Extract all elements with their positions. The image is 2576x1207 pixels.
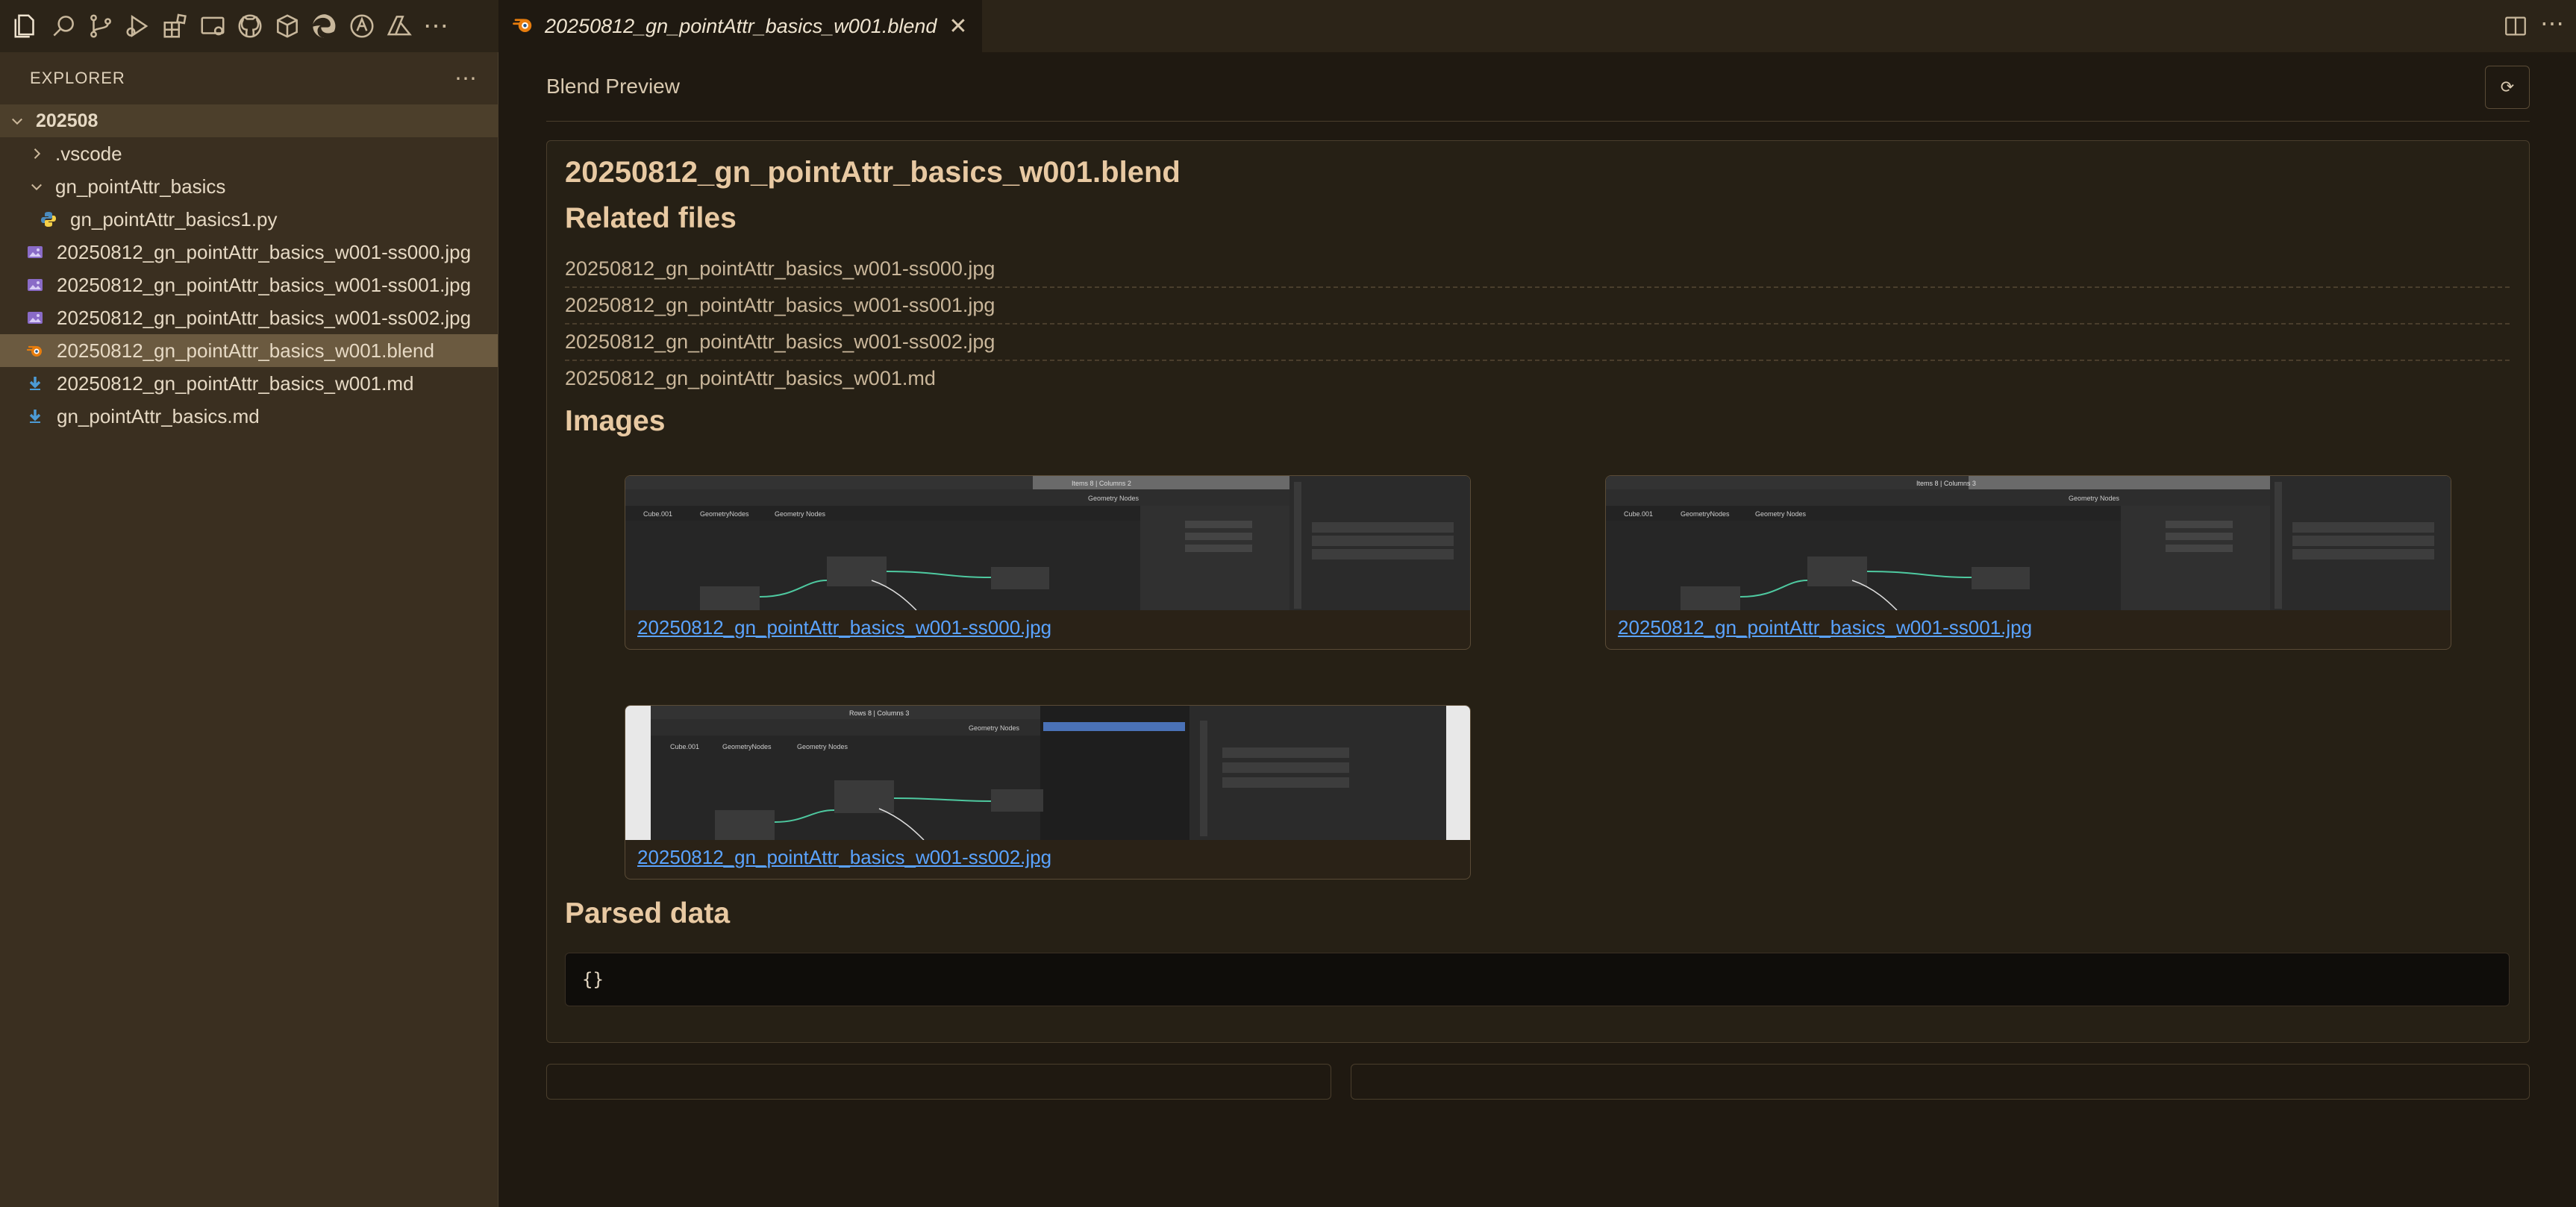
tree-item-vscode-folder[interactable]: .vscode bbox=[0, 137, 498, 170]
shot-breadcrumb-text: Cube.001 bbox=[670, 743, 699, 750]
shot-geonodes-text: Geometry Nodes bbox=[969, 724, 1020, 732]
parsed-data-heading: Parsed data bbox=[565, 897, 731, 929]
run-debug-icon[interactable] bbox=[119, 0, 157, 52]
explorer-title: EXPLORER bbox=[30, 69, 125, 87]
blender-file-icon bbox=[512, 13, 534, 40]
shot-breadcrumb-text: Geometry Nodes bbox=[797, 743, 848, 750]
chevron-down-icon bbox=[27, 177, 46, 196]
tab-label: 20250812_gn_pointAttr_basics_w001.blend bbox=[545, 14, 937, 37]
remote-explorer-icon[interactable] bbox=[194, 0, 231, 52]
tree-item-label: gn_pointAttr_basics1.py bbox=[70, 207, 278, 231]
related-file-item[interactable]: 20250812_gn_pointAttr_basics_w001-ss000.… bbox=[565, 251, 2510, 288]
shot-breadcrumb-text: Cube.001 bbox=[1624, 510, 1653, 518]
preview-title: Blend Preview bbox=[546, 75, 680, 98]
markdown-file-icon bbox=[25, 407, 45, 426]
related-files-list: 20250812_gn_pointAttr_basics_w001-ss000.… bbox=[565, 251, 2510, 396]
related-file-item[interactable]: 20250812_gn_pointAttr_basics_w001-ss001.… bbox=[565, 288, 2510, 325]
screenshot-preview: Items 8 | Columns 3 Geometry Nodes Cube.… bbox=[1606, 476, 2451, 610]
shot-breadcrumb-text: GeometryNodes bbox=[700, 510, 749, 518]
more-actions-icon[interactable]: ⋯ bbox=[454, 66, 477, 92]
shot-status-text: Items 8 | Columns 3 bbox=[1916, 480, 1976, 487]
shot-geonodes-text: Geometry Nodes bbox=[2069, 495, 2120, 502]
source-control-icon[interactable] bbox=[82, 0, 119, 52]
activity-bar: ⋯ bbox=[0, 0, 498, 52]
tree-item-label: gn_pointAttr_basics.md bbox=[57, 404, 260, 427]
shot-status-text: Rows 8 | Columns 3 bbox=[849, 709, 909, 717]
github-icon[interactable] bbox=[231, 0, 269, 52]
related-file-item[interactable]: 20250812_gn_pointAttr_basics_w001.md bbox=[565, 361, 2510, 396]
image-caption-link[interactable]: 20250812_gn_pointAttr_basics_w001-ss001.… bbox=[1618, 616, 2032, 639]
bottom-panel-right bbox=[1351, 1064, 2530, 1100]
markdown-file-icon bbox=[25, 374, 45, 393]
tree-root-label: 202508 bbox=[36, 110, 99, 131]
related-file-item[interactable]: 20250812_gn_pointAttr_basics_w001-ss002.… bbox=[565, 325, 2510, 361]
tree-item-label: 20250812_gn_pointAttr_basics_w001-ss001.… bbox=[57, 273, 472, 296]
tree-item-label: gn_pointAttr_basics bbox=[55, 175, 226, 198]
close-icon[interactable]: ✕ bbox=[948, 13, 967, 40]
shot-breadcrumb-text: Cube.001 bbox=[643, 510, 672, 518]
related-files-heading: Related files bbox=[565, 202, 737, 234]
edge-icon[interactable] bbox=[306, 0, 343, 52]
image-caption-link[interactable]: 20250812_gn_pointAttr_basics_w001-ss000.… bbox=[637, 616, 1051, 639]
image-file-icon bbox=[25, 242, 45, 262]
image-file-icon bbox=[25, 308, 45, 327]
explorer-header: EXPLORER ⋯ bbox=[0, 52, 498, 104]
tree-item-label: .vscode bbox=[55, 142, 122, 165]
image-thumbnail[interactable]: Items 8 | Columns 3 Geometry Nodes Cube.… bbox=[1605, 475, 2451, 650]
tree-item-markdown-file[interactable]: gn_pointAttr_basics.md bbox=[0, 400, 498, 433]
shot-breadcrumb-text: Geometry Nodes bbox=[775, 510, 826, 518]
tree-item-image-file[interactable]: 20250812_gn_pointAttr_basics_w001-ss000.… bbox=[0, 236, 498, 269]
chevron-right-icon bbox=[27, 144, 46, 163]
tree-item-image-file[interactable]: 20250812_gn_pointAttr_basics_w001-ss001.… bbox=[0, 269, 498, 301]
tree-item-label: 20250812_gn_pointAttr_basics_w001.md bbox=[57, 371, 414, 395]
preview-card: 20250812_gn_pointAttr_basics_w001.blend … bbox=[546, 140, 2530, 1043]
file-title: 20250812_gn_pointAttr_basics_w001.blend bbox=[565, 156, 1181, 189]
shot-status-text: Items 8 | Columns 2 bbox=[1072, 480, 1131, 487]
explorer-sidebar: EXPLORER ⋯ 202508 .vscode gn_pointAttr_b… bbox=[0, 52, 498, 1207]
more-actions-icon[interactable]: ⋯ bbox=[2540, 9, 2564, 37]
shot-breadcrumb-text: GeometryNodes bbox=[1681, 510, 1730, 518]
more-icon[interactable]: ⋯ bbox=[418, 0, 455, 52]
explorer-icon[interactable] bbox=[7, 0, 45, 52]
extensions-icon[interactable] bbox=[157, 0, 194, 52]
azure-icon[interactable] bbox=[381, 0, 418, 52]
tree-item-image-file[interactable]: 20250812_gn_pointAttr_basics_w001-ss002.… bbox=[0, 301, 498, 334]
tree-item-python-file[interactable]: gn_pointAttr_basics1.py bbox=[0, 203, 498, 236]
blender-icon[interactable] bbox=[343, 0, 381, 52]
blender-file-icon bbox=[25, 341, 45, 360]
image-thumbnail[interactable]: Rows 8 | Columns 3 Geometry Nodes Cube.0… bbox=[625, 705, 1471, 880]
packages-icon[interactable] bbox=[269, 0, 306, 52]
parsed-data-code: {} bbox=[565, 953, 2510, 1006]
chevron-down-icon bbox=[7, 111, 27, 131]
tree-item-label: 20250812_gn_pointAttr_basics_w001.blend bbox=[57, 339, 434, 362]
tree-item-blend-file[interactable]: 20250812_gn_pointAttr_basics_w001.blend bbox=[0, 334, 498, 367]
preview-header: Blend Preview ⟳ bbox=[546, 52, 2530, 122]
editor-area: Blend Preview ⟳ 20250812_gn_pointAttr_ba… bbox=[498, 52, 2576, 1207]
screenshot-preview: Items 8 | Columns 2 Geometry Nodes Cube.… bbox=[625, 476, 1470, 610]
split-editor-icon[interactable] bbox=[2503, 13, 2528, 39]
tree-root-folder[interactable]: 202508 bbox=[0, 104, 498, 137]
screenshot-preview: Rows 8 | Columns 3 Geometry Nodes Cube.0… bbox=[625, 706, 1470, 840]
bottom-panel-left bbox=[546, 1064, 1331, 1100]
tree-item-markdown-file[interactable]: 20250812_gn_pointAttr_basics_w001.md bbox=[0, 367, 498, 400]
image-thumbnail[interactable]: Items 8 | Columns 2 Geometry Nodes Cube.… bbox=[625, 475, 1471, 650]
tree-item-gn-folder[interactable]: gn_pointAttr_basics bbox=[0, 170, 498, 203]
search-icon[interactable] bbox=[45, 0, 82, 52]
image-caption-link[interactable]: 20250812_gn_pointAttr_basics_w001-ss002.… bbox=[637, 846, 1051, 869]
tree-item-label: 20250812_gn_pointAttr_basics_w001-ss000.… bbox=[57, 240, 472, 263]
python-file-icon bbox=[39, 210, 58, 229]
tab-blend-file[interactable]: 20250812_gn_pointAttr_basics_w001.blend … bbox=[498, 0, 982, 52]
shot-breadcrumb-text: Geometry Nodes bbox=[1755, 510, 1807, 518]
shot-breadcrumb-text: GeometryNodes bbox=[722, 743, 772, 750]
images-heading: Images bbox=[565, 405, 666, 437]
shot-geonodes-text: Geometry Nodes bbox=[1088, 495, 1139, 502]
image-file-icon bbox=[25, 275, 45, 295]
refresh-button[interactable]: ⟳ bbox=[2485, 66, 2530, 109]
tree-item-label: 20250812_gn_pointAttr_basics_w001-ss002.… bbox=[57, 306, 472, 329]
editor-tab-bar: 20250812_gn_pointAttr_basics_w001.blend … bbox=[498, 0, 2576, 52]
